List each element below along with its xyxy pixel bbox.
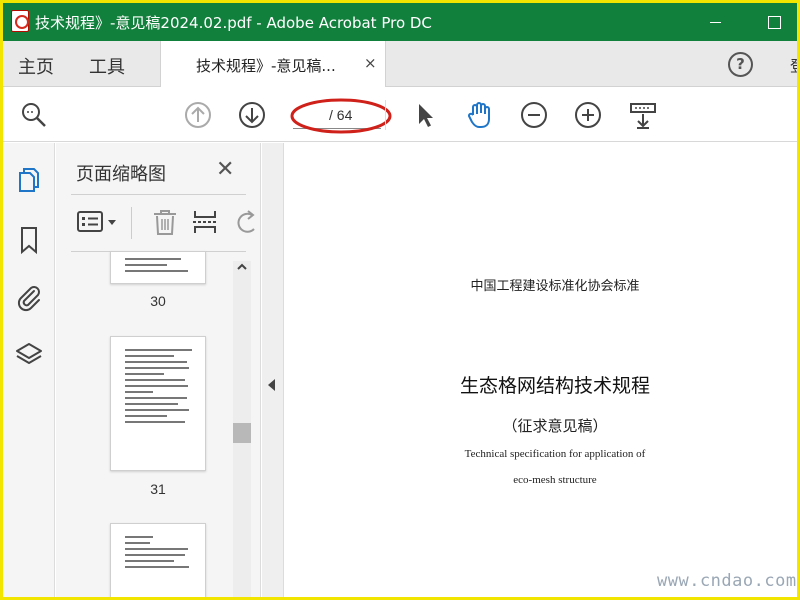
thumbnail-text-lines [125,258,195,276]
maximize-button[interactable] [760,9,788,33]
title-bar: 技术规程》-意见稿2024.02.pdf - Adobe Acrobat Pro… [3,3,797,41]
tab-tools[interactable]: 工具 [89,53,125,79]
page-up-icon[interactable] [183,100,213,130]
minimize-button[interactable] [702,9,730,33]
document-tab-label: 技术规程》-意见稿... [196,57,336,75]
document-english-title-line1: Technical specification for application … [464,448,646,460]
select-cursor-icon[interactable] [410,100,440,130]
document-org-line: 中国工程建设标准化协会标准 [470,279,640,294]
document-english-title-line2: eco-mesh structure [513,474,597,486]
document-view: 中国工程建设标准化协会标准 生态格网结构技术规程 （征求意见稿） Technic… [285,143,797,597]
acrobat-window: 技术规程》-意见稿2024.02.pdf - Adobe Acrobat Pro… [3,3,797,597]
panel-collapse-strip [262,143,284,597]
insert-page-icon[interactable] [190,207,220,237]
thumbnails-panel: 页面缩略图 ✕ 30 31 [56,143,261,597]
layers-icon[interactable] [14,340,44,370]
close-tab-button[interactable]: × [364,54,377,72]
panel-title: 页面缩略图 [76,164,166,185]
rotate-icon[interactable] [232,207,260,237]
main-toolbar: / 64 [3,88,797,142]
search-icon[interactable] [19,100,49,130]
page-thumbnail-number: 31 [150,481,166,497]
help-button[interactable]: ? [728,52,753,77]
thumbnail-text-lines [125,349,195,427]
bookmark-icon[interactable] [14,225,44,255]
page-navigator: / 64 [293,102,387,129]
scrollbar-thumb[interactable] [233,423,251,443]
close-panel-button[interactable]: ✕ [216,157,234,182]
page-thumbnails-icon[interactable] [14,167,44,197]
collapse-panel-arrow-icon[interactable] [268,379,275,391]
acrobat-app-icon [11,10,29,32]
zoom-out-icon[interactable] [519,100,549,130]
page-thumbnail[interactable] [110,251,206,284]
document-title: 生态格网结构技术规程 [459,375,650,397]
page-thumbnail-number: 30 [150,293,166,309]
tab-home[interactable]: 主页 [18,53,54,79]
panel-toolbar-divider [131,207,132,239]
window-title: 技术规程》-意见稿2024.02.pdf - Adobe Acrobat Pro… [35,14,432,32]
panel-header-divider [71,194,246,195]
thumbnail-options-icon[interactable] [76,207,116,237]
page-down-icon[interactable] [237,100,267,130]
delete-icon[interactable] [150,207,180,237]
current-page-input[interactable] [293,102,323,128]
thumbnail-text-lines [125,536,195,572]
scroll-up-arrow-icon[interactable] [236,261,248,273]
site-watermark: www.cndao.com [657,571,797,591]
page-thumbnail[interactable] [110,336,206,471]
thumbnail-scrollbar[interactable] [233,261,251,597]
tab-document[interactable]: 技术规程》-意见稿... × [160,41,386,87]
zoom-in-icon[interactable] [573,100,603,130]
page-total: / 64 [329,107,353,123]
signin-link[interactable]: 登 [790,55,797,76]
tab-bar: 主页 工具 技术规程》-意见稿... × ? 登 [3,41,797,87]
page-thumbnail[interactable] [110,523,206,597]
scroll-mode-icon[interactable] [628,100,658,130]
left-navigation-rail [3,143,55,597]
toolbar-divider [385,100,386,130]
page-input-underline [293,128,381,129]
hand-tool-icon[interactable] [464,100,494,130]
attachment-icon[interactable] [14,282,44,312]
document-subtitle: （征求意见稿） [502,417,608,435]
